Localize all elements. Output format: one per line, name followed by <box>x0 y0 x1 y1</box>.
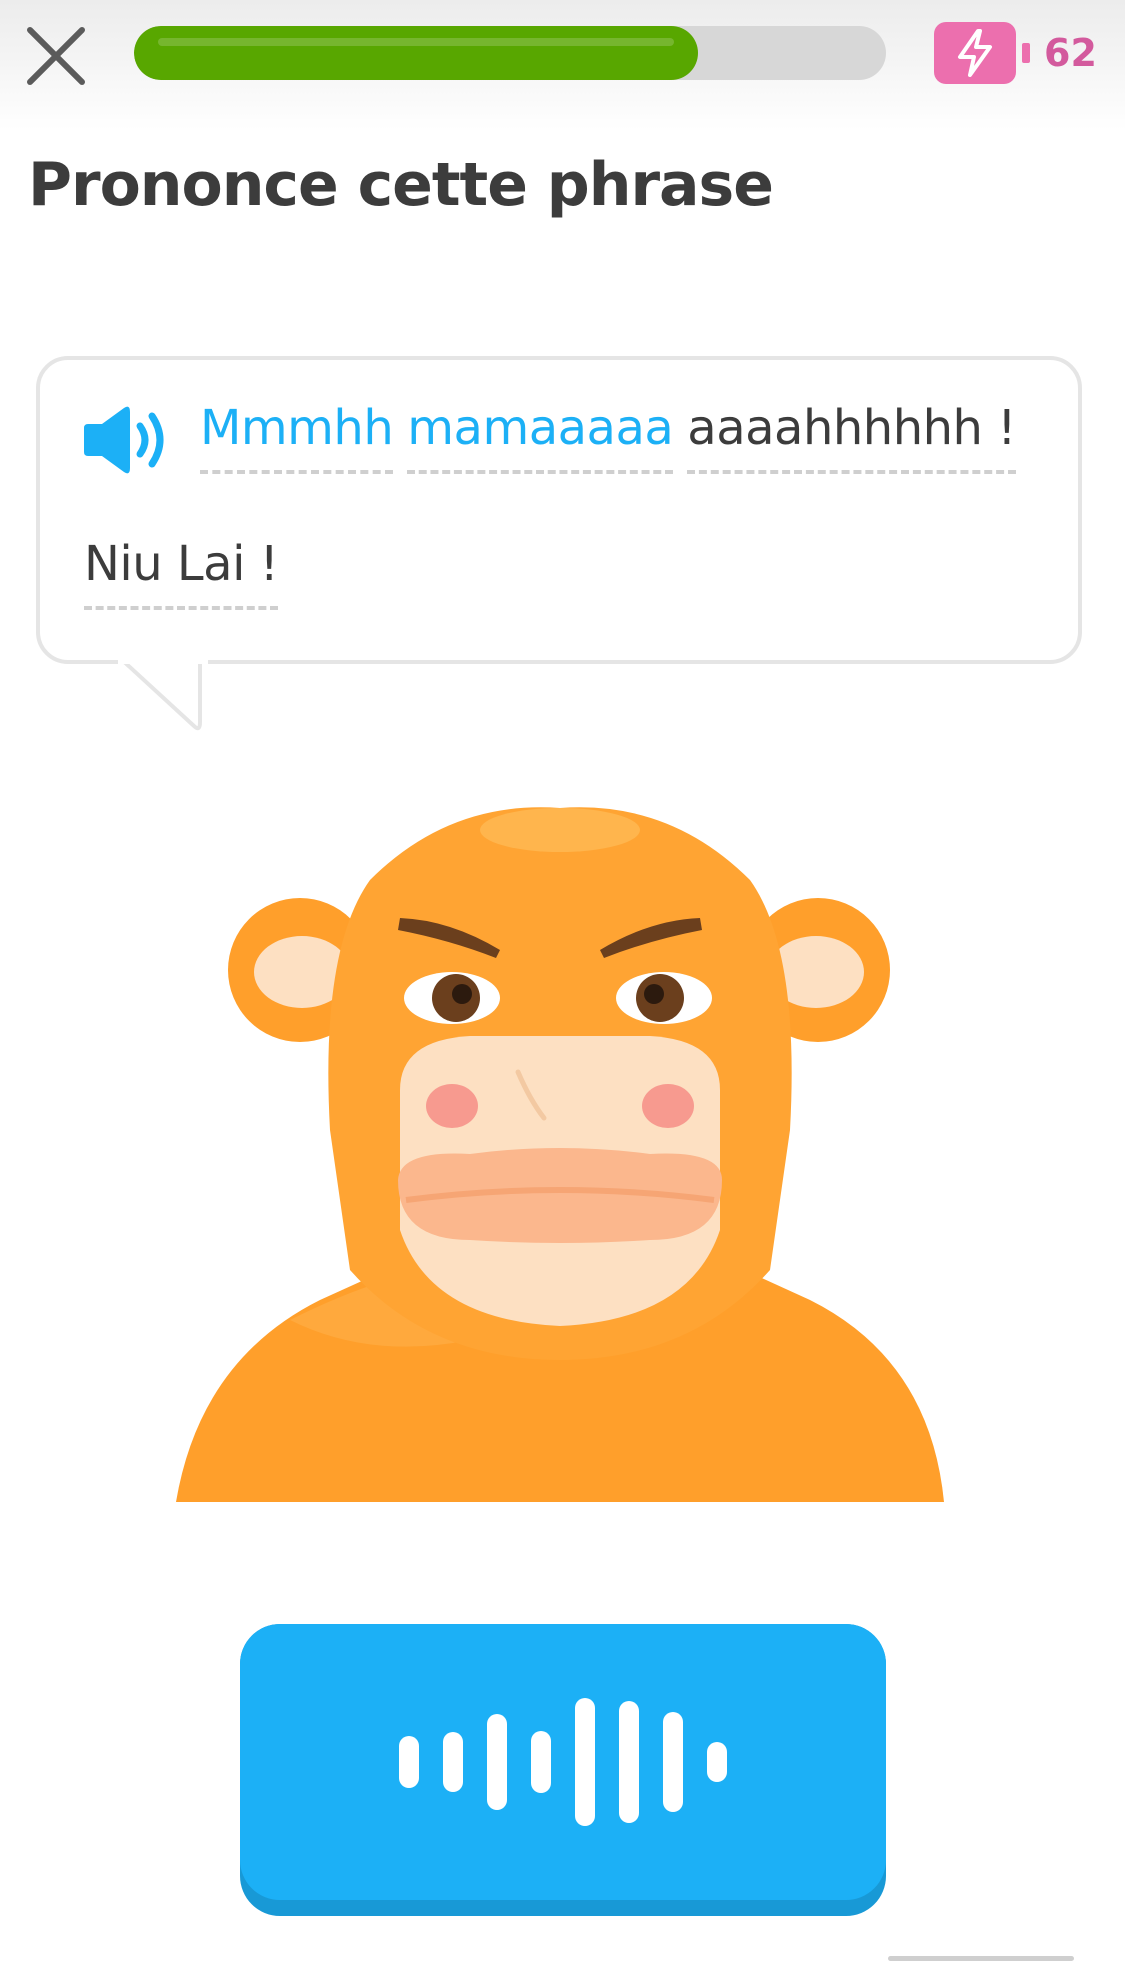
lightning-battery-icon <box>934 22 1016 84</box>
prompt-word[interactable]: Mmmhh <box>200 400 394 474</box>
home-indicator[interactable] <box>888 1956 1074 1961</box>
lesson-progress-fill <box>134 26 698 80</box>
prompt-word[interactable]: mamaaaaa <box>407 400 674 474</box>
voice-waveform-icon <box>387 1698 739 1826</box>
energy-count: 62 <box>1044 31 1097 75</box>
speech-bubble: Mmmhh mamaaaaa aaaahhhhhh ! Niu Lai ! <box>36 356 1082 664</box>
top-bar: 62 <box>0 0 1125 130</box>
prompt-word[interactable]: Niu Lai ! <box>84 536 279 610</box>
close-button[interactable] <box>18 18 94 94</box>
speaker-icon <box>84 406 164 474</box>
close-icon <box>27 27 85 85</box>
speaker-button[interactable] <box>80 404 172 480</box>
energy-indicator[interactable]: 62 <box>934 22 1097 84</box>
prompt-word[interactable]: aaaahhhhhh ! <box>687 400 1016 474</box>
page-title: Prononce cette phrase <box>28 150 774 220</box>
lesson-progress-bar <box>134 26 886 80</box>
record-button-face <box>240 1624 886 1900</box>
prompt-line-2: Niu Lai ! <box>84 536 292 610</box>
monkey-character <box>176 807 944 1502</box>
prompt-line-1: Mmmhh mamaaaaa aaaahhhhhh ! <box>200 400 1030 474</box>
battery-cap <box>1022 43 1030 63</box>
record-button[interactable] <box>240 1624 886 1916</box>
speech-bubble-tail <box>118 658 208 731</box>
